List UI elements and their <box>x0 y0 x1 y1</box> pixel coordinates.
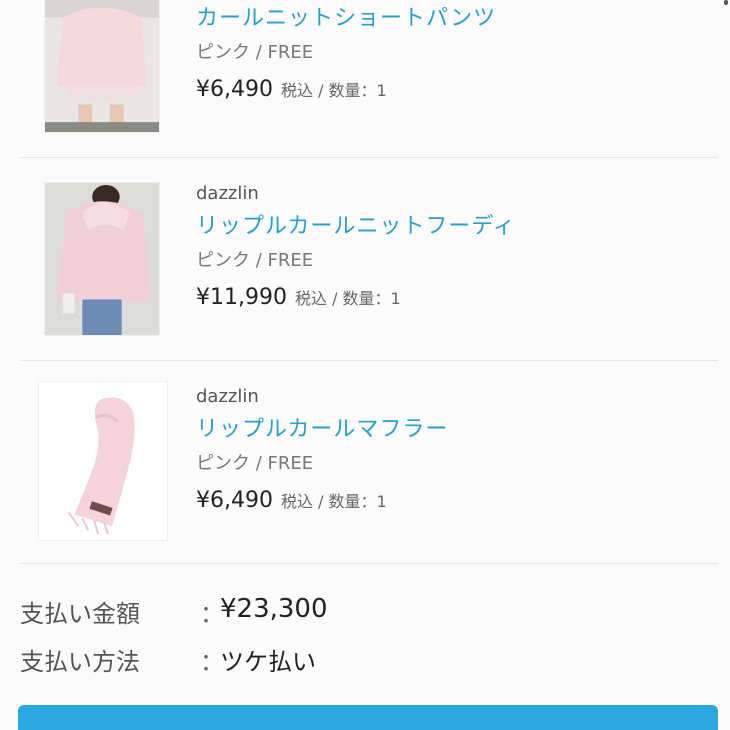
primary-action-button[interactable] <box>18 705 718 730</box>
product-image[interactable] <box>38 381 168 541</box>
product-variant: ピンク / FREE <box>196 250 314 271</box>
product-meta: 税込 / 数量：1 <box>280 492 387 511</box>
cart-item: dazzlin リップルカールニットフーディ ピンク / FREE ¥11,99… <box>20 158 718 361</box>
payment-method-label: 支払い方法 <box>20 648 140 676</box>
payment-total-label: 支払い金額 <box>20 600 140 628</box>
payment-total-row: 支払い金額 ： ¥23,300 <box>20 594 710 630</box>
product-price: ¥6,490 <box>196 488 273 513</box>
product-price: ¥6,490 <box>196 77 273 102</box>
product-variant: ピンク / FREE <box>196 453 314 474</box>
product-brand: dazzlin <box>196 183 259 204</box>
cart-item: dazzlin リップルカールマフラー ピンク / FREE ¥6,490 税込 … <box>20 361 718 564</box>
scrollbar[interactable] <box>724 0 728 5</box>
payment-total-value: ¥23,300 <box>220 594 328 624</box>
product-name-link[interactable]: リップルカールニットフーディ <box>196 210 516 244</box>
product-meta: 税込 / 数量：1 <box>294 289 401 308</box>
payment-method-value: ツケ払い <box>220 648 316 676</box>
product-name-link[interactable]: カールニットショートパンツ <box>196 2 496 36</box>
product-brand: dazzlin <box>196 386 259 407</box>
product-name-link[interactable]: リップルカールマフラー <box>196 413 448 447</box>
product-variant: ピンク / FREE <box>196 42 314 63</box>
product-meta: 税込 / 数量：1 <box>280 81 387 100</box>
cart-item: カールニットショートパンツ ピンク / FREE ¥6,490 税込 / 数量：1 <box>20 0 718 158</box>
product-image[interactable] <box>44 0 160 133</box>
payment-method-row: 支払い方法 ： ツケ払い <box>20 642 710 678</box>
product-image[interactable] <box>44 182 160 336</box>
product-price: ¥11,990 <box>196 285 287 310</box>
